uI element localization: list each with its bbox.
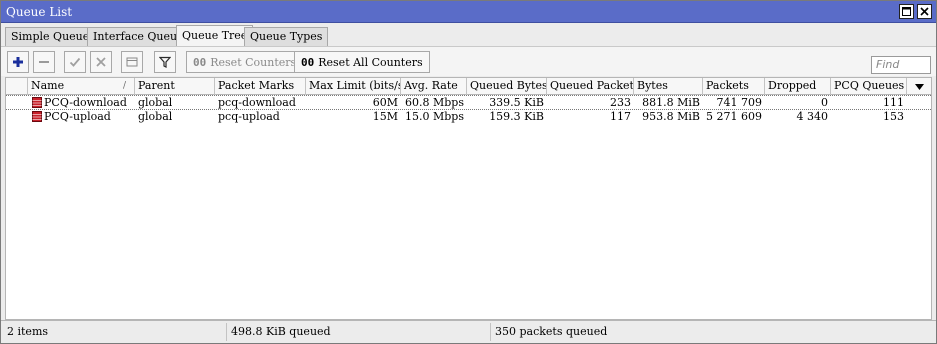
find-input[interactable]: Find — [871, 56, 931, 74]
column-header-max-limit[interactable]: Max Limit (bits/s) — [306, 78, 401, 95]
column-header-dropped[interactable]: Dropped — [765, 78, 831, 95]
filter-icon — [159, 56, 171, 68]
tab-bar: Simple Queues Interface Queues Queue Tre… — [1, 24, 936, 46]
counter-icon: 00 — [301, 55, 315, 69]
counter-icon: 00 — [193, 55, 207, 69]
enable-button[interactable] — [64, 51, 86, 73]
status-item-count: 2 items — [7, 325, 49, 338]
cell-queued-bytes: 339.5 KiB — [489, 96, 544, 109]
check-icon — [69, 57, 81, 67]
status-queued-packets: 350 packets queued — [490, 323, 607, 341]
cell-dropped: 0 — [821, 96, 828, 109]
comment-button[interactable] — [121, 51, 143, 73]
cell-packets: 5 271 609 — [706, 110, 762, 123]
cell-name: PCQ-upload — [28, 110, 135, 124]
cell-pcq-queues: 153 — [883, 110, 904, 123]
restore-button[interactable] — [899, 4, 914, 19]
status-bar: 2 items 498.8 KiB queued 350 packets que… — [1, 320, 936, 343]
table-row[interactable]: PCQ-download global pcq-download 60M 60.… — [6, 95, 931, 110]
reset-all-counters-button[interactable]: 00 Reset All Counters — [294, 51, 430, 73]
column-header-avg-rate[interactable]: Avg. Rate — [401, 78, 467, 95]
tab-queue-types[interactable]: Queue Types — [244, 27, 329, 46]
column-header-packets[interactable]: Packets — [703, 78, 765, 95]
close-icon — [920, 7, 929, 16]
column-header-queued-packets[interactable]: Queued Packets — [547, 78, 634, 95]
restore-icon — [902, 7, 911, 16]
cell-queued-packets: 233 — [610, 96, 631, 109]
cell-parent: global — [138, 110, 173, 123]
reset-all-counters-label: Reset All Counters — [318, 55, 423, 69]
queue-icon — [32, 97, 42, 108]
cell-queued-bytes: 159.3 KiB — [489, 110, 544, 123]
reset-counters-button[interactable]: 00 Reset Counters — [186, 51, 304, 73]
queue-list-window: Queue List Simple Queues Interface Queue… — [0, 0, 937, 344]
cell-dropped: 4 340 — [796, 110, 829, 123]
toolbar: 00 Reset Counters 00 Reset All Counters … — [1, 46, 936, 76]
cell-max-limit: 60M — [372, 96, 398, 109]
column-header-parent[interactable]: Parent — [135, 78, 215, 95]
column-header-packet-marks[interactable]: Packet Marks — [215, 78, 306, 95]
cell-packet-marks: pcq-download — [218, 96, 296, 109]
column-header-name[interactable]: Name / — [28, 78, 135, 95]
column-header-queued-bytes[interactable]: Queued Bytes — [467, 78, 547, 95]
column-header-bytes[interactable]: Bytes — [634, 78, 703, 95]
plus-icon — [13, 57, 23, 67]
queue-tree-table: Name / Parent Packet Marks Max Limit (bit… — [5, 77, 932, 320]
table-row[interactable]: PCQ-upload global pcq-upload 15M 15.0 Mb… — [6, 110, 931, 125]
column-header-flags[interactable] — [6, 78, 28, 95]
column-header-pcq-queues[interactable]: PCQ Queues — [831, 78, 907, 95]
cell-parent: global — [138, 96, 173, 109]
tab-queue-tree[interactable]: Queue Tree — [176, 25, 254, 46]
table-header: Name / Parent Packet Marks Max Limit (bit… — [6, 78, 931, 95]
title-bar[interactable]: Queue List — [1, 1, 936, 23]
cell-bytes: 953.8 MiB — [642, 110, 700, 123]
cell-pcq-queues: 111 — [883, 96, 904, 109]
cell-bytes: 881.8 MiB — [642, 96, 700, 109]
cell-name: PCQ-download — [28, 96, 135, 110]
filter-button[interactable] — [154, 51, 176, 73]
window-title: Queue List — [6, 5, 73, 19]
chevron-down-icon — [914, 83, 924, 90]
cell-packets: 741 709 — [716, 96, 763, 109]
cell-avg-rate: 15.0 Mbps — [405, 110, 464, 123]
cell-avg-rate: 60.8 Mbps — [405, 96, 464, 109]
column-chooser-button[interactable] — [907, 78, 931, 95]
minus-icon — [39, 61, 49, 63]
add-button[interactable] — [7, 51, 29, 73]
status-queued-bytes: 498.8 KiB queued — [226, 323, 331, 341]
cell-queued-packets: 117 — [610, 110, 631, 123]
disable-button[interactable] — [90, 51, 112, 73]
comment-icon — [126, 57, 138, 67]
queue-icon — [32, 111, 42, 122]
cell-max-limit: 15M — [372, 110, 398, 123]
sort-indicator: / — [123, 81, 127, 91]
cell-packet-marks: pcq-upload — [218, 110, 280, 123]
x-icon — [96, 57, 106, 67]
remove-button[interactable] — [33, 51, 55, 73]
reset-counters-label: Reset Counters — [210, 55, 297, 69]
close-button[interactable] — [917, 4, 932, 19]
